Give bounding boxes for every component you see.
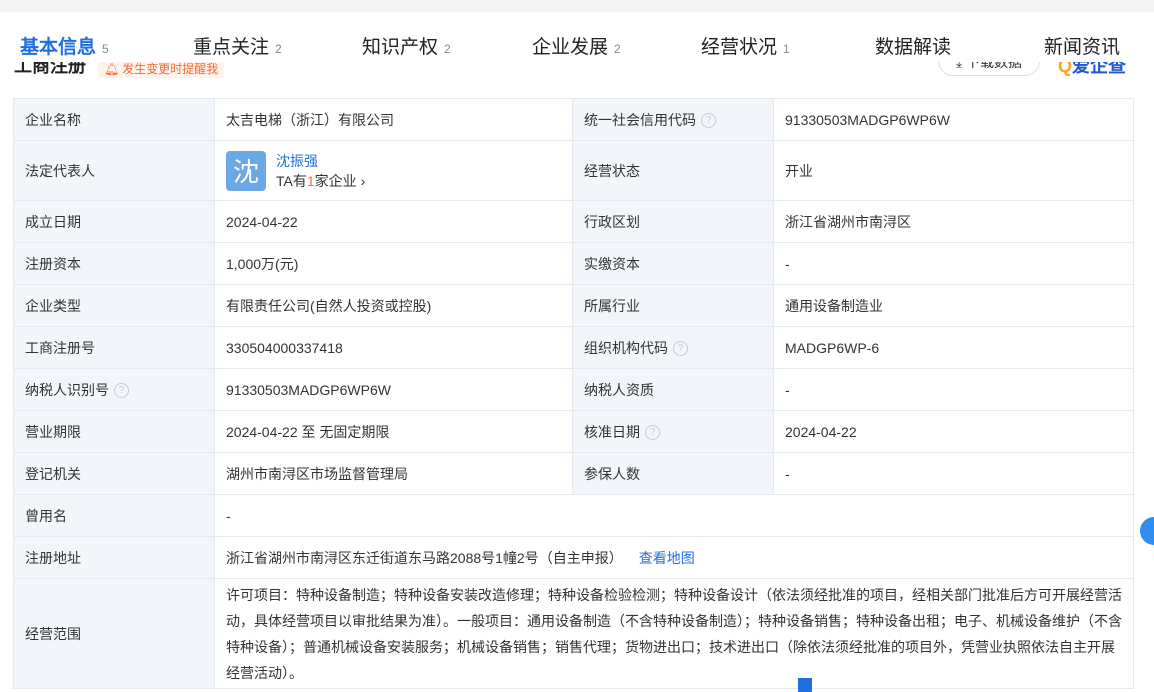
tab-count: 2 <box>614 42 621 56</box>
approval-value: 2024-04-22 <box>773 410 1134 453</box>
tab-label: 基本信息 <box>20 37 97 58</box>
chevron-right-icon: › <box>360 172 366 189</box>
table-row: 注册资本 1,000万(元) 实缴资本 - <box>13 242 1134 285</box>
founded-value: 2024-04-22 <box>214 200 573 243</box>
type-value: 有限责任公司(自然人投资或控股) <box>214 284 573 327</box>
status-value: 开业 <box>773 140 1134 201</box>
tab-bar: 基本信息 5 重点关注 2 知识产权 2 企业发展 2 经营状况 1 数据解读 新闻资讯 <box>0 12 1154 62</box>
top-bar-shadow <box>0 0 1154 12</box>
former-name-value: - <box>214 494 1134 537</box>
legal-rep-avatar[interactable]: 沈 <box>226 150 266 191</box>
companies-suffix: 家企业 <box>314 172 357 189</box>
bell-icon: 🔔︎ <box>104 62 120 76</box>
org-code-label-cell: 组织机构代码? <box>572 326 774 369</box>
taxpayer-qual-value: - <box>773 368 1134 411</box>
change-notify-button[interactable]: 🔔︎ 发生变更时提醒我 <box>98 60 225 78</box>
tab-label: 企业发展 <box>532 37 609 58</box>
table-row: 法定代表人 沈 沈振强 TA有1家企业 › 经营状态 开业 <box>13 140 1134 201</box>
authority-label: 登记机关 <box>13 452 215 495</box>
legal-rep-cell: 沈 沈振强 TA有1家企业 › <box>214 140 573 201</box>
help-icon[interactable]: ? <box>114 383 129 399</box>
table-row: 注册地址 浙江省湖州市南浔区东迁街道东马路2088号1幢2号（自主申报） 查看地图 <box>13 536 1134 579</box>
insured-value: - <box>773 452 1134 495</box>
help-icon[interactable]: ? <box>645 425 660 441</box>
tab-data-analysis[interactable]: 数据解读 <box>875 32 951 59</box>
tab-key-focus[interactable]: 重点关注 2 <box>193 32 282 59</box>
reg-capital-value: 1,000万(元) <box>214 242 573 285</box>
type-label: 企业类型 <box>13 284 215 327</box>
legal-rep-name-link[interactable]: 沈振强 <box>276 151 365 171</box>
square-icon <box>798 678 812 692</box>
paid-capital-value: - <box>773 242 1134 285</box>
taxpayer-qual-label: 纳税人资质 <box>572 368 774 411</box>
credit-code-label-cell: 统一社会信用代码? <box>572 98 774 141</box>
reg-capital-label: 注册资本 <box>13 242 215 285</box>
company-name-label: 企业名称 <box>13 98 215 141</box>
help-icon[interactable]: ? <box>673 341 688 357</box>
tab-basic-info[interactable]: 基本信息 5 <box>20 32 109 59</box>
former-name-label: 曾用名 <box>13 494 215 537</box>
companies-count: 1 <box>306 172 315 189</box>
industry-value: 通用设备制造业 <box>773 284 1134 327</box>
approval-label-cell: 核准日期? <box>572 410 774 453</box>
legal-rep-label: 法定代表人 <box>13 140 215 201</box>
taxpayer-id-value: 91330503MADGP6WP6W <box>214 368 573 411</box>
reg-no-label: 工商注册号 <box>13 326 215 369</box>
tab-label: 知识产权 <box>362 37 439 58</box>
authority-value: 湖州市南浔区市场监督管理局 <box>214 452 573 495</box>
tab-ip[interactable]: 知识产权 2 <box>362 32 451 59</box>
industry-label: 所属行业 <box>572 284 774 327</box>
org-code-label: 组织机构代码 <box>584 339 668 356</box>
table-row: 企业名称 太吉电梯（浙江）有限公司 统一社会信用代码? 91330503MADG… <box>13 98 1134 141</box>
table-row: 经营范围 许可项目：特种设备制造；特种设备安装改造修理；特种设备检验检测；特种设… <box>13 578 1134 689</box>
notify-label: 发生变更时提醒我 <box>122 62 219 76</box>
region-label: 行政区划 <box>572 200 774 243</box>
legal-rep-companies-link[interactable]: TA有1家企业 › <box>276 171 365 191</box>
status-label: 经营状态 <box>572 140 774 201</box>
company-name-value: 太吉电梯（浙江）有限公司 <box>214 98 573 141</box>
table-row: 企业类型 有限责任公司(自然人投资或控股) 所属行业 通用设备制造业 <box>13 284 1134 327</box>
business-registration-table: 企业名称 太吉电梯（浙江）有限公司 统一社会信用代码? 91330503MADG… <box>13 98 1134 689</box>
table-row: 营业期限 2024-04-22 至 无固定期限 核准日期? 2024-04-22 <box>13 410 1134 453</box>
credit-code-value: 91330503MADGP6WP6W <box>773 98 1134 141</box>
view-map-link[interactable]: 查看地图 <box>639 550 695 566</box>
taxpayer-id-label: 纳税人识别号 <box>25 381 109 398</box>
region-value: 浙江省湖州市南浔区 <box>773 200 1134 243</box>
address-cell: 浙江省湖州市南浔区东迁街道东马路2088号1幢2号（自主申报） 查看地图 <box>214 536 1134 579</box>
paid-capital-label: 实缴资本 <box>572 242 774 285</box>
org-code-value: MADGP6WP-6 <box>773 326 1134 369</box>
reg-no-value: 330504000337418 <box>214 326 573 369</box>
address-label: 注册地址 <box>13 536 215 579</box>
tab-count: 1 <box>783 42 790 56</box>
tab-label: 经营状况 <box>701 37 778 58</box>
tab-label: 重点关注 <box>193 37 270 58</box>
founded-label: 成立日期 <box>13 200 215 243</box>
floating-action-button[interactable] <box>1140 517 1154 545</box>
help-icon[interactable]: ? <box>701 113 716 129</box>
tab-label: 数据解读 <box>875 37 952 58</box>
approval-label: 核准日期 <box>584 423 640 440</box>
scope-value: 许可项目：特种设备制造；特种设备安装改造修理；特种设备检验检测；特种设备设计（依… <box>214 578 1134 689</box>
tab-news[interactable]: 新闻资讯 <box>1044 32 1120 59</box>
tab-label: 新闻资讯 <box>1044 37 1121 58</box>
table-row: 登记机关 湖州市南浔区市场监督管理局 参保人数 - <box>13 452 1134 495</box>
tab-operations[interactable]: 经营状况 1 <box>701 32 790 59</box>
tab-count: 5 <box>102 42 109 56</box>
tab-count: 2 <box>444 42 451 56</box>
table-row: 曾用名 - <box>13 494 1134 537</box>
credit-code-label: 统一社会信用代码 <box>584 111 696 128</box>
term-label: 营业期限 <box>13 410 215 453</box>
term-value: 2024-04-22 至 无固定期限 <box>214 410 573 453</box>
companies-prefix: TA有 <box>276 172 307 189</box>
tab-development[interactable]: 企业发展 2 <box>532 32 621 59</box>
tab-count: 2 <box>275 42 282 56</box>
table-row: 成立日期 2024-04-22 行政区划 浙江省湖州市南浔区 <box>13 200 1134 243</box>
taxpayer-id-label-cell: 纳税人识别号? <box>13 368 215 411</box>
table-row: 纳税人识别号? 91330503MADGP6WP6W 纳税人资质 - <box>13 368 1134 411</box>
insured-label: 参保人数 <box>572 452 774 495</box>
bottom-toolbar-fragment <box>798 678 816 692</box>
table-row: 工商注册号 330504000337418 组织机构代码? MADGP6WP-6 <box>13 326 1134 369</box>
scope-label: 经营范围 <box>13 578 215 689</box>
address-value: 浙江省湖州市南浔区东迁街道东马路2088号1幢2号（自主申报） <box>226 549 623 566</box>
